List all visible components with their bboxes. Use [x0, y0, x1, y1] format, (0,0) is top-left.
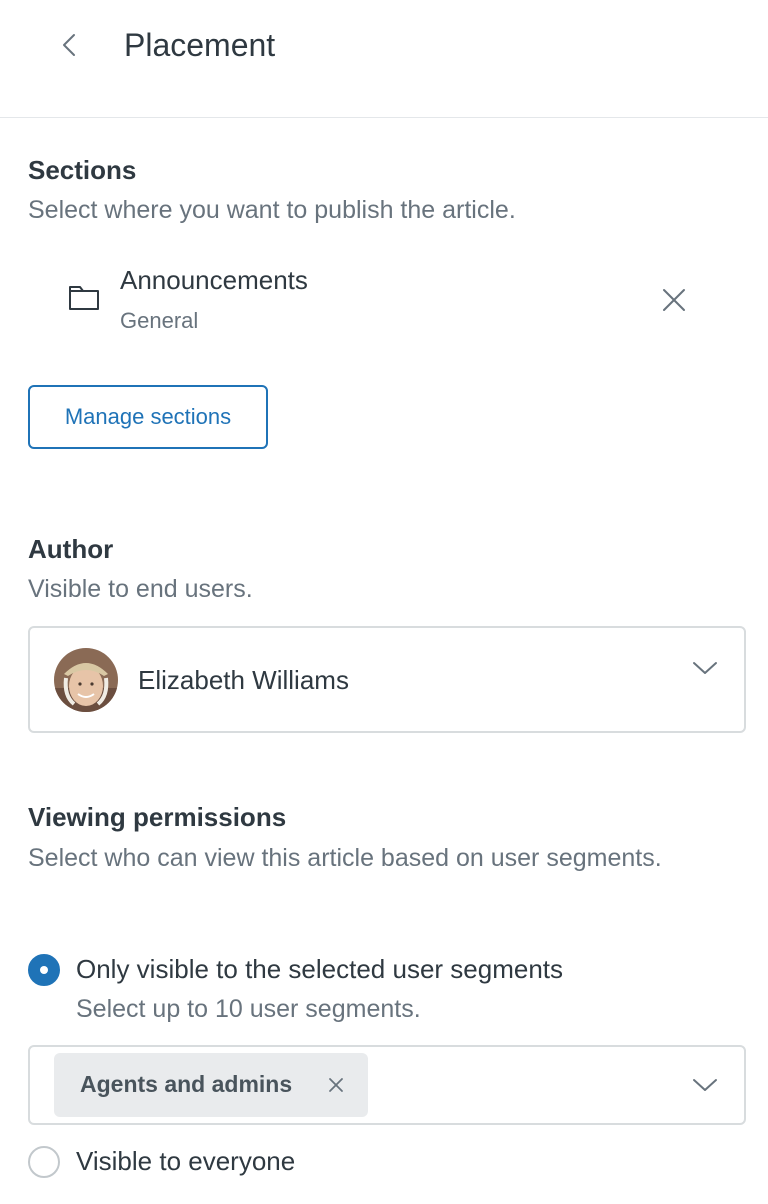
chevron-down-icon [693, 1079, 717, 1091]
author-dropdown[interactable]: Elizabeth Williams [28, 626, 746, 733]
page-title: Placement [124, 27, 276, 63]
manage-sections-button[interactable]: Manage sections [28, 385, 268, 449]
radio-sublabel-selected-segments: Select up to 10 user segments. [76, 995, 421, 1023]
close-icon [663, 289, 685, 311]
avatar [54, 648, 118, 712]
radio-selected-segments[interactable] [28, 954, 60, 986]
radio-visible-everyone[interactable] [28, 1146, 60, 1178]
sections-title: Sections [28, 155, 137, 185]
permissions-title: Viewing permissions [28, 802, 287, 832]
chevron-down-icon [693, 662, 717, 674]
remove-segment-button[interactable] [322, 1071, 350, 1099]
folder-icon [69, 286, 99, 310]
author-description: Visible to end users. [28, 575, 253, 603]
sections-description: Select where you want to publish the art… [28, 196, 516, 224]
radio-label-selected-segments: Only visible to the selected user segmen… [76, 954, 564, 984]
permissions-description: Select who can view this article based o… [28, 844, 662, 872]
chevron-left-icon [63, 34, 75, 56]
header: Placement [0, 0, 768, 118]
section-item-category: General [120, 308, 199, 333]
close-icon [329, 1078, 343, 1092]
author-title: Author [28, 534, 114, 564]
section-item-name: Announcements [120, 265, 308, 295]
author-name: Elizabeth Williams [138, 665, 349, 695]
back-button[interactable] [52, 26, 86, 64]
remove-section-button[interactable] [656, 282, 692, 318]
segment-tag-label: Agents and admins [80, 1071, 293, 1097]
segment-tag: Agents and admins [54, 1053, 368, 1117]
radio-label-visible-everyone: Visible to everyone [76, 1146, 296, 1176]
user-segments-dropdown[interactable]: Agents and admins [28, 1045, 746, 1125]
